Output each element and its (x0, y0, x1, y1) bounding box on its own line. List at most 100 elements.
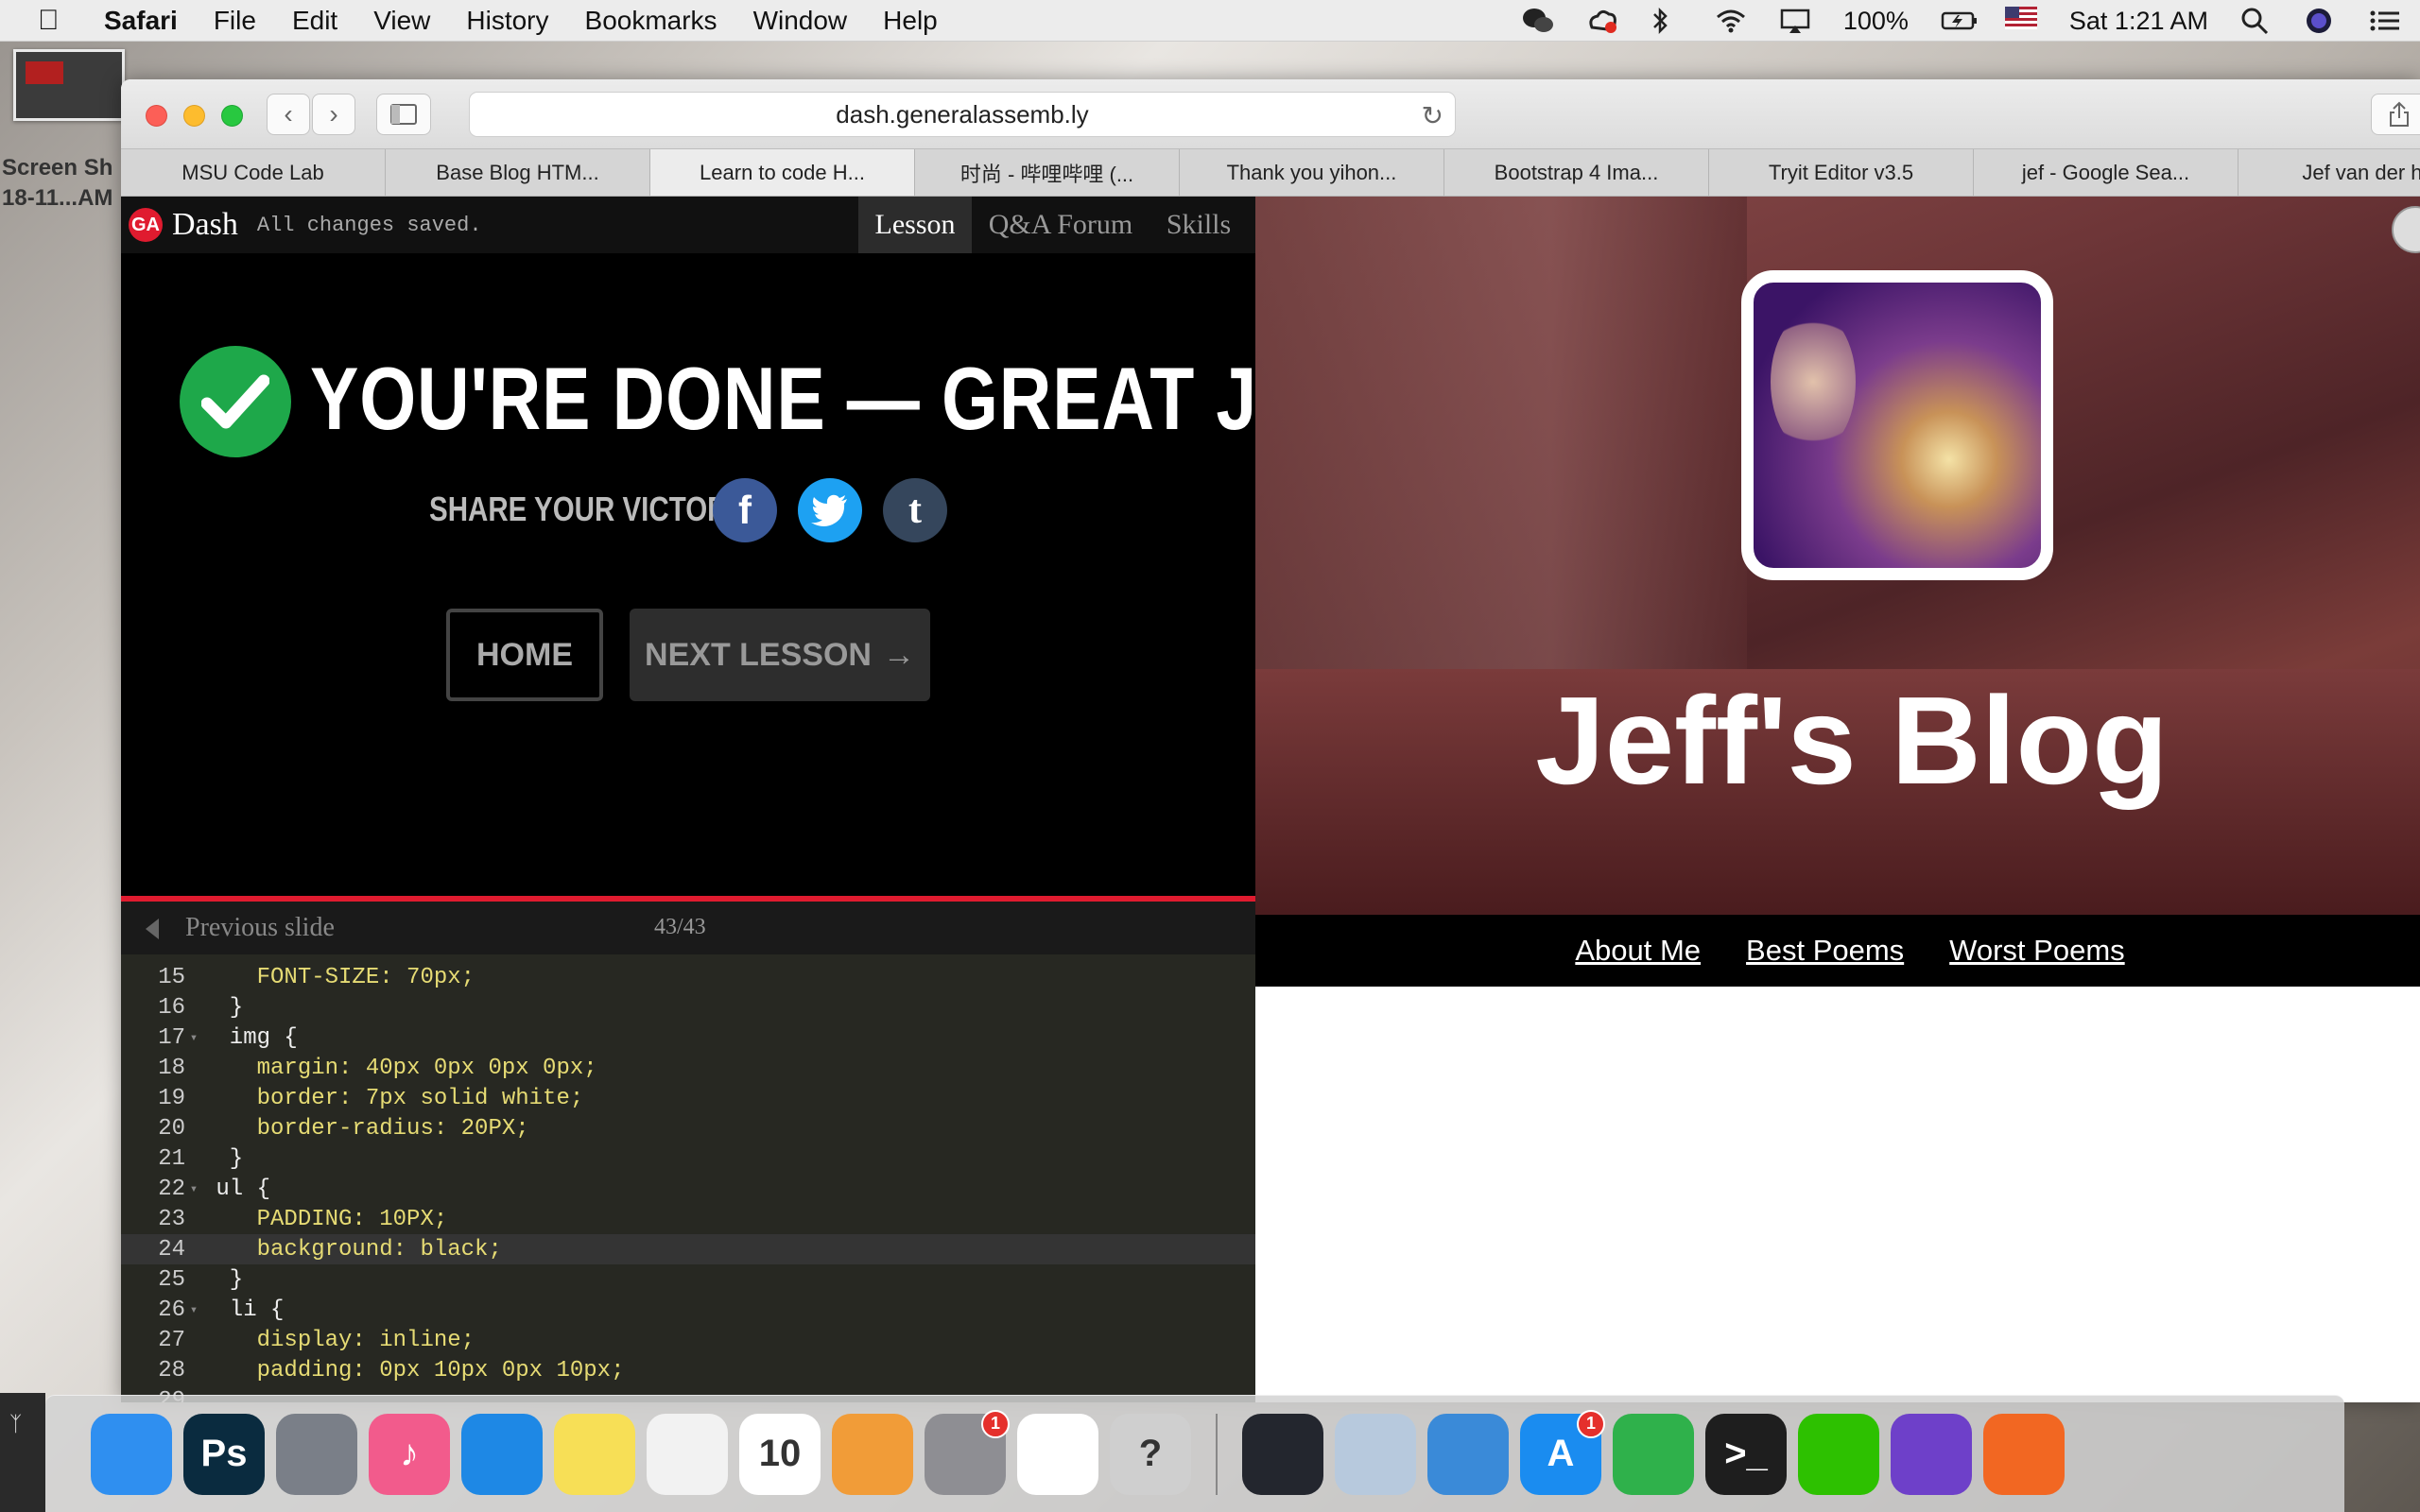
photos-icon[interactable] (1017, 1413, 1098, 1495)
tab-qa-forum[interactable]: Q&A Forum (976, 197, 1146, 253)
menu-view[interactable]: View (373, 6, 430, 36)
code-text: border-radius: 20PX; (202, 1115, 529, 1142)
code-text: } (202, 994, 244, 1021)
browser-tab[interactable]: 时尚 - 哔哩哔哩 (... (915, 149, 1180, 196)
menu-app-name[interactable]: Safari (104, 6, 178, 36)
code-line: 26 ▾ li { (121, 1295, 1255, 1325)
menu-bookmarks[interactable]: Bookmarks (585, 6, 717, 36)
zoom-window-button[interactable] (221, 105, 243, 127)
twitter-icon (811, 494, 847, 526)
terminal-icon[interactable]: >_ (1705, 1413, 1787, 1495)
bluetooth-icon[interactable] (1651, 7, 1683, 35)
wechat-status-icon[interactable] (1522, 7, 1554, 35)
facebook-share-button[interactable]: f (713, 478, 777, 542)
nav-link-worst-poems[interactable]: Worst Poems (1949, 934, 2124, 968)
ga-logo[interactable]: GA (129, 208, 163, 242)
browser-tab[interactable]: MSU Code Lab (121, 149, 386, 196)
previous-slide-link[interactable]: Previous slide (185, 913, 335, 943)
launchpad-icon[interactable] (276, 1413, 357, 1495)
profile-photo (1741, 270, 2053, 580)
airplay-icon[interactable] (1779, 7, 1811, 35)
completion-title: YOU'RE DONE — GREAT JOB! (310, 349, 1393, 448)
home-button[interactable]: HOME (446, 609, 603, 701)
wechat-icon[interactable] (1798, 1413, 1879, 1495)
share-button[interactable] (2371, 94, 2420, 135)
menu-clock[interactable]: Sat 1:21 AM (2069, 7, 2208, 36)
forward-button[interactable]: › (312, 94, 355, 135)
reminders-icon[interactable] (647, 1413, 728, 1495)
siri-icon[interactable] (2305, 7, 2337, 35)
battery-icon[interactable] (1941, 7, 1977, 35)
reload-icon[interactable]: ↻ (1422, 100, 1443, 131)
close-window-button[interactable] (146, 105, 167, 127)
line-number: 21 (158, 1145, 185, 1172)
minimize-window-button[interactable] (183, 105, 205, 127)
browser-tab[interactable]: Base Blog HTM... (386, 149, 650, 196)
tumblr-share-button[interactable]: t (883, 478, 947, 542)
code-line: 27 display: inline; (121, 1325, 1255, 1355)
tab-lesson[interactable]: Lesson (858, 197, 972, 253)
spotlight-search-icon[interactable] (2240, 7, 2273, 35)
fold-marker[interactable]: ▾ (185, 1181, 202, 1197)
system-preferences-icon[interactable]: 1 (925, 1409, 1010, 1495)
keynote-icon[interactable] (1427, 1413, 1509, 1495)
fold-marker[interactable]: ▾ (185, 1030, 202, 1046)
nav-link-about-me[interactable]: About Me (1575, 934, 1701, 968)
code-line: 23 PADDING: 10PX; (121, 1204, 1255, 1234)
back-button[interactable]: ‹ (267, 94, 310, 135)
wifi-icon[interactable] (1715, 7, 1747, 35)
itunes-label: ♪ (400, 1433, 419, 1474)
browser-tab[interactable]: Jef van der hei (2238, 149, 2420, 196)
line-number: 17 (158, 1024, 185, 1051)
code-editor[interactable]: 15 FONT-SIZE: 70px; 16 } 17 ▾ img { 18 ma… (121, 954, 1255, 1402)
dash-title[interactable]: Dash (172, 207, 238, 243)
browser-tab[interactable]: jef - Google Sea... (1974, 149, 2238, 196)
vscode-icon[interactable] (1242, 1413, 1323, 1495)
notification-center-icon[interactable] (2369, 7, 2401, 35)
firefox-icon[interactable] (1983, 1413, 2065, 1495)
creative-cloud-icon[interactable] (1586, 7, 1618, 35)
code-line: 22 ▾ ul { (121, 1174, 1255, 1204)
twitter-share-button[interactable] (798, 478, 862, 542)
photoshop-icon[interactable]: Ps (183, 1413, 265, 1495)
calendar-icon[interactable]: 10 (739, 1413, 821, 1495)
battery-percent: 100% (1842, 6, 1909, 35)
menu-file[interactable]: File (214, 6, 256, 36)
menu-edit[interactable]: Edit (292, 6, 337, 36)
preview-icon[interactable] (1335, 1413, 1416, 1495)
numbers-icon[interactable] (1613, 1413, 1694, 1495)
address-bar[interactable]: dash.generalassemb.ly ↻ (469, 92, 1456, 137)
menu-help[interactable]: Help (883, 6, 938, 36)
help-icon[interactable]: ? (1110, 1413, 1191, 1495)
browser-tab[interactable]: Thank you yihon... (1180, 149, 1444, 196)
next-lesson-button[interactable]: NEXT LESSON → (630, 609, 930, 701)
save-status: All changes saved. (256, 213, 482, 237)
desktop-screenshot-thumbnail[interactable] (13, 49, 125, 121)
tab-skills[interactable]: Skills (1151, 197, 1246, 253)
browser-tab[interactable]: Bootstrap 4 Ima... (1444, 149, 1709, 196)
nav-link-best-poems[interactable]: Best Poems (1746, 934, 1904, 968)
menu-history[interactable]: History (466, 6, 548, 36)
finder-icon[interactable] (91, 1413, 172, 1495)
code-text: ul { (202, 1176, 271, 1202)
itunes-icon[interactable]: ♪ (369, 1413, 450, 1495)
facebook-icon: f (738, 488, 752, 532)
code-line: 17 ▾ img { (121, 1022, 1255, 1053)
code-line: 20 border-radius: 20PX; (121, 1113, 1255, 1143)
fold-marker[interactable]: ▾ (185, 1302, 202, 1318)
sidebar-toggle-button[interactable] (376, 94, 431, 135)
pages-icon[interactable] (832, 1413, 913, 1495)
line-number: 19 (158, 1085, 185, 1111)
code-text: PADDING: 10PX; (202, 1206, 448, 1232)
us-flag-icon[interactable] (2004, 7, 2037, 35)
app-store-icon[interactable]: A1 (1520, 1409, 1605, 1495)
browser-tab[interactable]: Tryit Editor v3.5 (1709, 149, 1974, 196)
apple-icon[interactable]:  (38, 5, 76, 37)
safari-icon[interactable] (461, 1413, 543, 1495)
code-line: 16 } (121, 992, 1255, 1022)
github-desktop-icon[interactable] (1891, 1413, 1972, 1495)
triangle-left-icon[interactable] (146, 919, 159, 939)
browser-tab-active[interactable]: Learn to code H... (650, 149, 915, 196)
menu-window[interactable]: Window (753, 6, 848, 36)
notes-icon[interactable] (554, 1413, 635, 1495)
